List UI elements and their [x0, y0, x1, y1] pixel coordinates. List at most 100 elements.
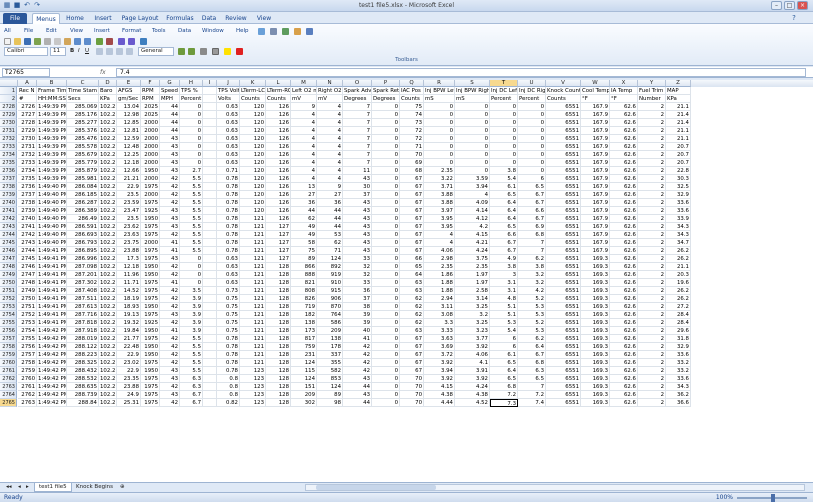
- cell-f[interactable]: 2025: [141, 103, 160, 111]
- cell-u[interactable]: 5.2: [518, 319, 546, 327]
- cell-t[interactable]: 4.9: [490, 255, 518, 263]
- cell-t[interactable]: 0: [490, 143, 518, 151]
- cell-e[interactable]: 14.52: [117, 287, 141, 295]
- cell-j[interactable]: 0.63: [217, 159, 240, 167]
- cell-s[interactable]: 3.94: [455, 183, 490, 191]
- cell-k[interactable]: 120: [240, 143, 266, 151]
- cut-icon[interactable]: [44, 38, 51, 45]
- cell-t[interactable]: 5.4: [490, 327, 518, 335]
- row-number[interactable]: 2753: [0, 303, 17, 311]
- cell-s[interactable]: 0: [455, 143, 490, 151]
- cell-s[interactable]: 1.97: [455, 271, 490, 279]
- cell-u[interactable]: 5.3: [518, 311, 546, 319]
- cell-z[interactable]: 36.2: [666, 391, 691, 399]
- row-number[interactable]: 2759: [0, 351, 17, 359]
- cell-t[interactable]: 3: [490, 271, 518, 279]
- cell-y[interactable]: 2: [638, 207, 666, 215]
- cell-y[interactable]: 2: [638, 255, 666, 263]
- cell-d[interactable]: 102.2: [99, 143, 117, 151]
- cell-q[interactable]: 69: [400, 159, 424, 167]
- cell-r[interactable]: 2.35: [424, 167, 455, 175]
- cell-r[interactable]: 2.35: [424, 263, 455, 271]
- cell-u[interactable]: 0: [518, 159, 546, 167]
- cell-i[interactable]: [203, 375, 217, 383]
- number-format-select[interactable]: General: [138, 47, 174, 56]
- cell-h[interactable]: 5.5: [180, 175, 203, 183]
- cell-t[interactable]: 0: [490, 151, 518, 159]
- cell-f[interactable]: 1975: [141, 183, 160, 191]
- cell-d[interactable]: 102.2: [99, 271, 117, 279]
- cell-a[interactable]: 2731: [18, 143, 37, 151]
- cell-h[interactable]: 0: [180, 159, 203, 167]
- cell-x[interactable]: 62.6: [610, 375, 638, 383]
- menu-help[interactable]: Help: [236, 27, 249, 36]
- cell-g[interactable]: 43: [160, 151, 180, 159]
- cell-t[interactable]: 6.5: [490, 191, 518, 199]
- cell-o[interactable]: 7: [343, 151, 372, 159]
- row-number[interactable]: 2735: [0, 159, 17, 167]
- cell-o[interactable]: 40: [343, 327, 372, 335]
- cell-l[interactable]: 126: [266, 159, 291, 167]
- cell-e[interactable]: 21.21: [117, 175, 141, 183]
- cell-r[interactable]: 4.44: [424, 399, 455, 407]
- cell-j[interactable]: 0.78: [217, 199, 240, 207]
- horizontal-scrollbar[interactable]: [305, 484, 805, 491]
- cell-h[interactable]: 0: [180, 143, 203, 151]
- cell-y[interactable]: 2: [638, 231, 666, 239]
- function-icon[interactable]: [106, 38, 113, 45]
- cell-w[interactable]: 167.9: [581, 207, 610, 215]
- cell-r[interactable]: 3.08: [424, 311, 455, 319]
- cell-j[interactable]: 0.63: [217, 263, 240, 271]
- cell-w[interactable]: 167.9: [581, 103, 610, 111]
- cell-o[interactable]: 43: [343, 207, 372, 215]
- column-header-x[interactable]: X: [610, 80, 638, 87]
- cell-v[interactable]: 6551: [546, 239, 581, 247]
- cell-x[interactable]: 62.6: [610, 223, 638, 231]
- cell-h[interactable]: 6.7: [180, 399, 203, 407]
- cell-i[interactable]: [203, 159, 217, 167]
- cell-z[interactable]: 33.6: [666, 375, 691, 383]
- cell-q[interactable]: 63: [400, 279, 424, 287]
- cell-p[interactable]: 0: [372, 255, 400, 263]
- bold-icon[interactable]: B: [70, 47, 74, 56]
- cell-s[interactable]: 3.77: [455, 335, 490, 343]
- cell-d[interactable]: 102.2: [99, 319, 117, 327]
- cell-a[interactable]: 2728: [18, 119, 37, 127]
- cell-e[interactable]: 11.96: [117, 271, 141, 279]
- cell-e[interactable]: 12.81: [117, 127, 141, 135]
- cell-a[interactable]: 2739: [18, 207, 37, 215]
- menu-format[interactable]: Format: [122, 27, 141, 36]
- cell-c[interactable]: 288.635: [67, 383, 99, 391]
- cell-s[interactable]: 3.59: [455, 175, 490, 183]
- cell-p[interactable]: 0: [372, 103, 400, 111]
- cell-s[interactable]: 2.35: [455, 263, 490, 271]
- cell-v[interactable]: 6551: [546, 295, 581, 303]
- cell-k[interactable]: 121: [240, 279, 266, 287]
- cell-u[interactable]: 3.8: [518, 263, 546, 271]
- cell-f[interactable]: 1950: [141, 343, 160, 351]
- cell-g[interactable]: 42: [160, 287, 180, 295]
- cell-v[interactable]: 6551: [546, 319, 581, 327]
- cell-m[interactable]: 817: [291, 335, 317, 343]
- cell-q[interactable]: 70: [400, 375, 424, 383]
- cell-a[interactable]: 2759: [18, 367, 37, 375]
- cell-z[interactable]: 34.7: [666, 239, 691, 247]
- cell-x[interactable]: 62.6: [610, 247, 638, 255]
- cell-c[interactable]: 285.277: [67, 119, 99, 127]
- cell-s[interactable]: 1.97: [455, 279, 490, 287]
- cell-a[interactable]: 2745: [18, 255, 37, 263]
- cell-c[interactable]: 287.818: [67, 319, 99, 327]
- row-number[interactable]: 2743: [0, 223, 17, 231]
- column-header-k[interactable]: K: [240, 80, 266, 87]
- cell-t[interactable]: 6.8: [490, 383, 518, 391]
- cell-m[interactable]: 49: [291, 223, 317, 231]
- cell-c[interactable]: 286.49: [67, 215, 99, 223]
- cell-b[interactable]: 1:49:40 PM: [37, 223, 67, 231]
- cell-j[interactable]: TPS Volts: [217, 87, 240, 95]
- cell-l[interactable]: 128: [266, 383, 291, 391]
- cell-v[interactable]: 6551: [546, 279, 581, 287]
- cell-i[interactable]: [203, 359, 217, 367]
- cell-m[interactable]: 27: [291, 191, 317, 199]
- cell-f[interactable]: 2000: [141, 239, 160, 247]
- cell-n[interactable]: 178: [317, 343, 343, 351]
